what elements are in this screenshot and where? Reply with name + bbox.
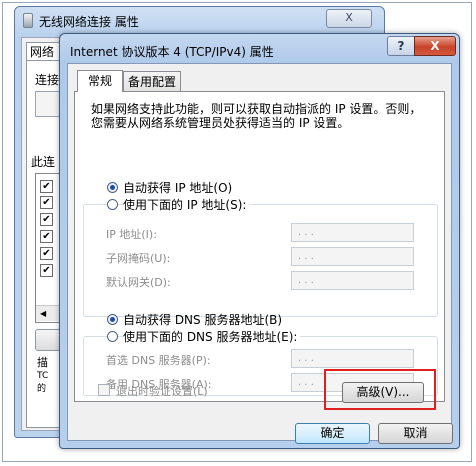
close-button[interactable]: X	[414, 36, 456, 56]
advanced-button[interactable]: 高级(V)...	[342, 382, 424, 403]
tab-general[interactable]: 常规	[77, 70, 123, 92]
subnet-mask-field[interactable]: . . .	[291, 247, 414, 266]
items-label: 此连	[31, 155, 56, 169]
item-checkbox[interactable]: ✔	[40, 196, 53, 209]
ok-button[interactable]: 确定	[295, 423, 370, 444]
item-checkbox[interactable]: ✔	[40, 264, 53, 277]
tab-alternate-configuration[interactable]: 备用配置	[123, 71, 181, 91]
default-gateway-label: 默认网关(D):	[106, 276, 171, 289]
ip-address-value: . . .	[298, 227, 314, 238]
description-label: 描	[37, 356, 48, 369]
dialog-title: Internet 协议版本 4 (TCP/IPv4) 属性	[70, 45, 274, 59]
item-checkbox[interactable]: ✔	[40, 180, 53, 193]
auto-dns-label[interactable]: 自动获得 DNS 服务器地址(B)	[123, 311, 282, 328]
alternate-dns-value: . . .	[298, 377, 314, 388]
ip-address-label: IP 地址(I):	[106, 228, 157, 241]
validate-on-exit-checkbox[interactable]	[98, 384, 110, 396]
auto-dns-radio[interactable]	[107, 314, 118, 325]
subnet-mask-label: 子网掩码(U):	[106, 252, 171, 265]
description-text: TC 的	[37, 371, 49, 394]
ipv4-properties-dialog: Internet 协议版本 4 (TCP/IPv4) 属性 ? X 常规 备用配…	[59, 33, 460, 449]
bg-window-title: 无线网络连接 属性	[39, 15, 139, 29]
validate-on-exit-label[interactable]: 退出时验证设置(L)	[116, 383, 208, 399]
item-checkbox[interactable]: ✔	[40, 213, 53, 226]
cancel-button[interactable]: 取消	[378, 423, 453, 444]
preferred-dns-field[interactable]: . . .	[291, 349, 414, 368]
manual-dns-radio[interactable]	[107, 331, 118, 342]
auto-ip-label[interactable]: 自动获得 IP 地址(O)	[123, 179, 232, 196]
manual-dns-label[interactable]: 使用下面的 DNS 服务器地址(E):	[123, 328, 301, 345]
bg-close-button[interactable]: X	[326, 9, 372, 28]
default-gateway-field[interactable]: . . .	[291, 271, 414, 290]
preferred-dns-value: . . .	[298, 353, 314, 364]
general-tab-panel: 如果网络支持此功能，则可以获取自动指派的 IP 设置。否则，您需要从网络系统管理…	[74, 91, 445, 402]
item-checkbox[interactable]: ✔	[40, 247, 53, 260]
connect-using-label: 连接	[35, 73, 60, 87]
bg-titlebar: 无线网络连接 属性 X	[15, 7, 384, 33]
auto-ip-radio[interactable]	[107, 182, 118, 193]
item-checkbox[interactable]: ✔	[40, 230, 53, 243]
ip-address-field[interactable]: . . .	[291, 223, 414, 242]
preferred-dns-label: 首选 DNS 服务器(P):	[106, 354, 211, 367]
network-adapter-icon	[23, 13, 33, 28]
intro-text: 如果网络支持此功能，则可以获取自动指派的 IP 设置。否则，您需要从网络系统管理…	[91, 102, 422, 130]
manual-ip-radio[interactable]	[107, 199, 118, 210]
subnet-mask-value: . . .	[298, 251, 314, 262]
default-gateway-value: . . .	[298, 275, 314, 286]
manual-ip-label[interactable]: 使用下面的 IP 地址(S):	[123, 196, 250, 213]
help-button[interactable]: ?	[387, 36, 415, 56]
